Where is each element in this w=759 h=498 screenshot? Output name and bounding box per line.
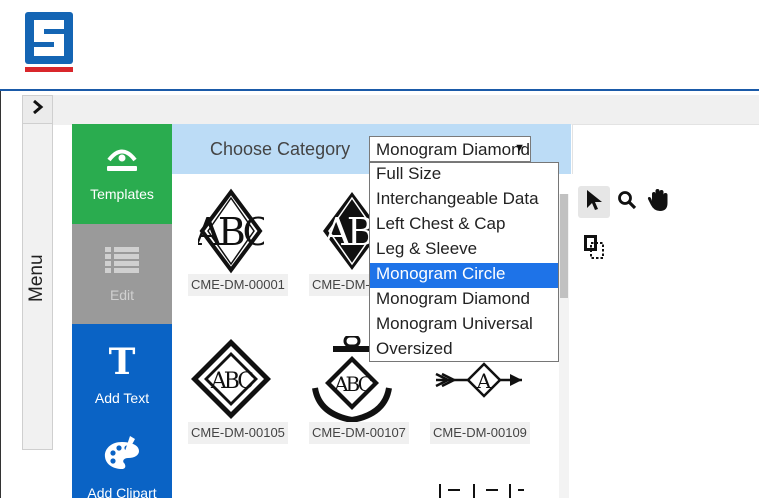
monogram-diamond-abc-image: ABC bbox=[198, 188, 264, 274]
pan-tool-button[interactable] bbox=[643, 186, 675, 218]
top-strip bbox=[22, 95, 759, 125]
select-tool-button[interactable] bbox=[578, 186, 610, 218]
template-thumbnail-partial[interactable] bbox=[434, 484, 526, 498]
frame-edge bbox=[0, 91, 1, 498]
nav-add-clipart-button[interactable]: Add Clipart bbox=[72, 424, 172, 498]
cursor-arrow-icon bbox=[585, 189, 603, 216]
category-option[interactable]: Full Size bbox=[370, 163, 558, 188]
template-code: CME-DM-00001 bbox=[188, 274, 288, 296]
svg-text:T: T bbox=[109, 343, 136, 377]
svg-text:ABC: ABC bbox=[210, 369, 253, 394]
palette-icon bbox=[102, 436, 142, 477]
canvas-header bbox=[572, 124, 759, 174]
menu-expand-button[interactable] bbox=[23, 96, 52, 124]
text-icon: T bbox=[107, 341, 137, 383]
svg-text:A: A bbox=[476, 369, 492, 393]
svg-text:ABC: ABC bbox=[333, 372, 373, 396]
menu-tab[interactable]: Menu bbox=[22, 95, 53, 450]
template-code: CME-DM-00109 bbox=[430, 422, 530, 444]
category-dropdown-list[interactable]: Full Size Interchangeable Data Left Ches… bbox=[369, 162, 559, 362]
template-thumbnail[interactable]: ABC CME-DM-00105 bbox=[188, 336, 293, 444]
category-option[interactable]: Interchangeable Data bbox=[370, 188, 558, 213]
scrollbar-thumb[interactable] bbox=[560, 194, 568, 298]
template-code: CME-DM-00105 bbox=[188, 422, 288, 444]
nav-edit-label: Edit bbox=[109, 286, 135, 303]
nav-templates-button[interactable]: Templates bbox=[72, 124, 172, 224]
magnifier-icon bbox=[617, 190, 637, 215]
nav-templates-label: Templates bbox=[90, 185, 154, 202]
nav-add-text-label: Add Text bbox=[94, 389, 150, 406]
template-code: CME-DM-00107 bbox=[309, 422, 409, 444]
nav-edit-button[interactable]: Edit bbox=[72, 224, 172, 324]
zoom-tool-button[interactable] bbox=[611, 186, 643, 218]
nav-add-text-button[interactable]: T Add Text bbox=[72, 324, 172, 424]
duplicate-icon bbox=[583, 234, 605, 265]
svg-text:ABC: ABC bbox=[198, 210, 264, 254]
logo bbox=[25, 12, 73, 72]
monogram-square-diamond-image: ABC bbox=[191, 339, 271, 419]
dropdown-arrow-icon: ▼ bbox=[514, 142, 525, 154]
choose-category-label: Choose Category bbox=[210, 139, 351, 159]
header bbox=[0, 0, 759, 91]
template-thumbnail[interactable]: ABC CME-DM-00001 bbox=[188, 188, 293, 296]
hand-icon bbox=[647, 188, 671, 217]
category-option[interactable]: Monogram Diamond bbox=[370, 288, 558, 313]
designer-app: Menu Templates Edit T Add Text Add Clipa… bbox=[0, 0, 759, 498]
templates-scrollbar[interactable] bbox=[559, 194, 569, 498]
chevron-right-icon bbox=[32, 99, 44, 119]
category-select-value: Monogram Diamond bbox=[376, 140, 531, 159]
category-option[interactable]: Leg & Sleeve bbox=[370, 238, 558, 263]
category-option-highlighted[interactable]: Monogram Circle bbox=[370, 263, 558, 288]
templates-icon bbox=[105, 147, 139, 178]
category-select[interactable]: Monogram Diamond ▼ bbox=[369, 136, 531, 162]
svg-text:AB: AB bbox=[322, 210, 372, 254]
menu-label: Menu bbox=[26, 254, 47, 302]
category-option[interactable]: Monogram Universal bbox=[370, 313, 558, 338]
nav-add-clipart-label: Add Clipart bbox=[87, 485, 157, 498]
category-option[interactable]: Left Chest & Cap bbox=[370, 213, 558, 238]
list-icon bbox=[105, 246, 139, 279]
duplicate-tool-button[interactable] bbox=[578, 233, 610, 265]
category-option[interactable]: Oversized bbox=[370, 338, 558, 363]
